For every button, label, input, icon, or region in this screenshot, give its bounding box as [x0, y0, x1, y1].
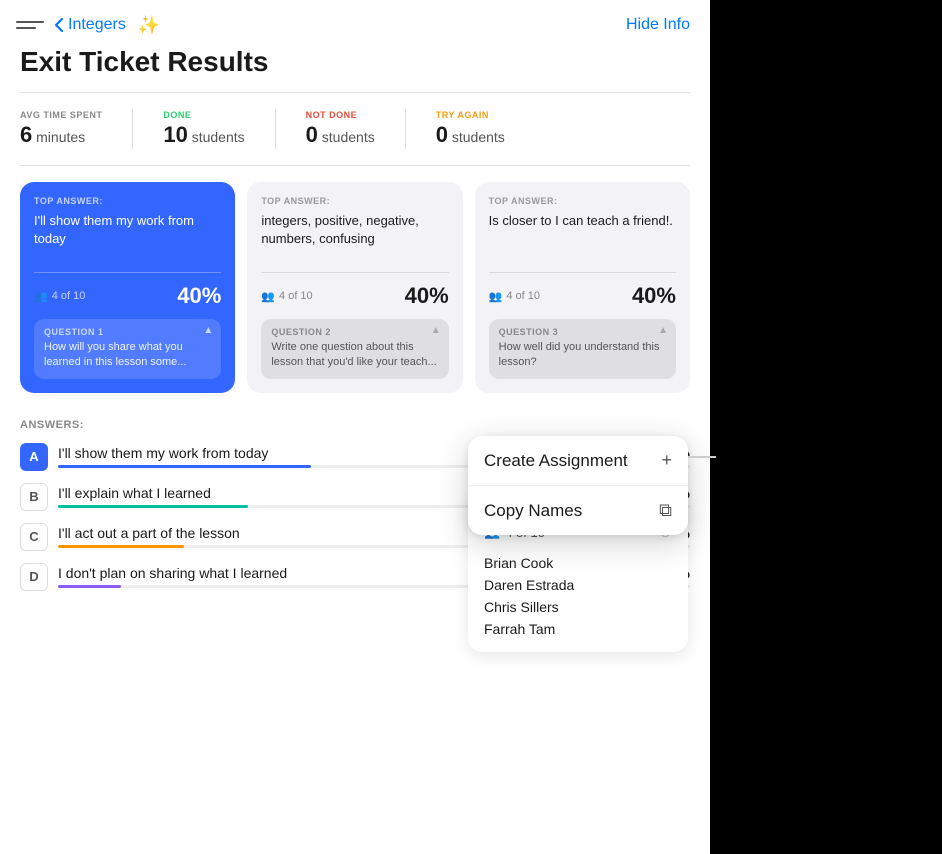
sparkle-icon: ✨	[138, 15, 160, 36]
answer-bar-a	[58, 465, 311, 468]
student-name-1: Brian Cook	[484, 552, 672, 574]
answer-card-3[interactable]: TOP ANSWER: Is closer to I can teach a f…	[475, 182, 690, 393]
chevron-up-icon-2: ▲	[431, 325, 441, 336]
card-2-percent: 40%	[405, 283, 449, 309]
card-2-q-text: Write one question about this lesson tha…	[271, 340, 438, 371]
answers-label: ANSWERS:	[20, 419, 690, 431]
card-3-q-text: How well did you understand this lesson?	[499, 340, 666, 371]
card-1-top-label: TOP ANSWER:	[34, 196, 221, 206]
card-3-divider	[489, 272, 676, 273]
nav-back-button[interactable]: Integers	[54, 16, 126, 34]
stat-tryagain-value: 0	[436, 122, 448, 147]
stat-divider-3	[405, 109, 406, 149]
answer-text-d: I don't plan on sharing what I learned	[58, 565, 287, 581]
card-1-divider	[34, 272, 221, 273]
people-icon-1: 👥	[34, 290, 48, 303]
copy-icon: ⧉	[659, 500, 672, 521]
stats-row: AVG TIME SPENT 6 minutes DONE 10 student…	[0, 93, 710, 165]
copy-names-button[interactable]: Copy Names ⧉	[468, 486, 688, 535]
sidebar-toggle-button[interactable]	[16, 14, 44, 36]
stat-done-label: DONE	[163, 110, 244, 120]
card-2-top-label: TOP ANSWER:	[261, 196, 448, 206]
hide-info-button[interactable]: Hide Info	[626, 16, 690, 34]
card-1-count: 👥 4 of 10	[34, 290, 85, 303]
card-3-answer-text: Is closer to I can teach a friend!.	[489, 212, 676, 262]
plus-icon: +	[661, 450, 672, 471]
copy-names-label: Copy Names	[484, 501, 582, 521]
stat-divider-1	[132, 109, 133, 149]
top-bar-left: Integers ✨	[16, 14, 160, 36]
answer-text-c: I'll act out a part of the lesson	[58, 525, 240, 541]
answer-letter-b: B	[20, 483, 48, 511]
card-3-question[interactable]: QUESTION 3 How well did you understand t…	[489, 319, 676, 379]
answer-letter-d: D	[20, 563, 48, 591]
stat-notdone-label: NOT DONE	[306, 110, 375, 120]
card-1-answer-text: I'll show them my work from today	[34, 212, 221, 262]
chevron-up-icon-3: ▲	[658, 325, 668, 336]
cards-row: TOP ANSWER: I'll show them my work from …	[0, 182, 710, 409]
answer-bar-c	[58, 545, 184, 548]
stat-done: DONE 10 students	[163, 110, 244, 148]
student-name-3: Chris Sillers	[484, 596, 672, 618]
stat-divider-2	[275, 109, 276, 149]
stat-tryagain-unit: students	[448, 129, 505, 145]
card-1-percent: 40%	[177, 283, 221, 309]
people-icon-3: 👥	[489, 290, 503, 303]
stat-done-unit: students	[188, 129, 245, 145]
card-2-question[interactable]: QUESTION 2 Write one question about this…	[261, 319, 448, 379]
card-3-q-label: QUESTION 3	[499, 327, 666, 337]
stat-avg-time: AVG TIME SPENT 6 minutes	[20, 110, 102, 148]
stats-divider	[20, 165, 690, 166]
chevron-up-icon-1: ▲	[203, 325, 213, 336]
answer-bar-d	[58, 585, 121, 588]
stat-notdone-unit: students	[318, 129, 375, 145]
answer-card-1[interactable]: TOP ANSWER: I'll show them my work from …	[20, 182, 235, 393]
stat-avg-label: AVG TIME SPENT	[20, 110, 102, 120]
card-2-q-label: QUESTION 2	[271, 327, 438, 337]
stat-notdone-value: 0	[306, 122, 318, 147]
people-icon-2: 👥	[261, 290, 275, 303]
card-3-count: 👥 4 of 10	[489, 290, 540, 303]
card-3-percent: 40%	[632, 283, 676, 309]
stat-avg-value: 6	[20, 122, 32, 147]
create-assignment-label: Create Assignment	[484, 451, 628, 471]
card-2-stats: 👥 4 of 10 40%	[261, 283, 448, 309]
card-1-q-text: How will you share what you learned in t…	[44, 340, 211, 371]
popup-menu: Create Assignment + Copy Names ⧉	[468, 436, 688, 535]
stat-avg-unit: minutes	[32, 129, 85, 145]
top-bar: Integers ✨ Hide Info	[0, 0, 710, 46]
answer-text-b: I'll explain what I learned	[58, 485, 211, 501]
card-2-count: 👥 4 of 10	[261, 290, 312, 303]
nav-back-label: Integers	[68, 16, 126, 34]
answer-text-a: I'll show them my work from today	[58, 445, 268, 461]
answer-card-2[interactable]: TOP ANSWER: integers, positive, negative…	[247, 182, 462, 393]
popup-arrow	[688, 456, 716, 458]
page-title: Exit Ticket Results	[0, 46, 710, 92]
card-1-stats: 👥 4 of 10 40%	[34, 283, 221, 309]
card-2-answer-text: integers, positive, negative, numbers, c…	[261, 212, 448, 262]
card-1-q-label: QUESTION 1	[44, 327, 211, 337]
card-3-stats: 👥 4 of 10 40%	[489, 283, 676, 309]
stat-not-done: NOT DONE 0 students	[306, 110, 375, 148]
card-3-top-label: TOP ANSWER:	[489, 196, 676, 206]
stat-done-value: 10	[163, 122, 187, 147]
stat-tryagain-label: TRY AGAIN	[436, 110, 505, 120]
create-assignment-button[interactable]: Create Assignment +	[468, 436, 688, 486]
stat-try-again: TRY AGAIN 0 students	[436, 110, 505, 148]
student-name-4: Farrah Tam	[484, 618, 672, 640]
student-name-2: Daren Estrada	[484, 574, 672, 596]
card-2-divider	[261, 272, 448, 273]
answer-letter-c: C	[20, 523, 48, 551]
card-1-question[interactable]: QUESTION 1 How will you share what you l…	[34, 319, 221, 379]
answer-bar-b	[58, 505, 248, 508]
answer-letter-a: A	[20, 443, 48, 471]
